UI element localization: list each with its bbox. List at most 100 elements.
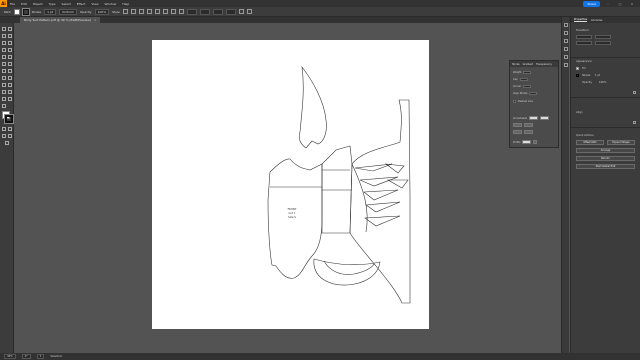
rectangle-tool-icon[interactable] [2,55,6,59]
menu-effect[interactable]: Effect [74,2,89,6]
fill-swatch-props[interactable] [576,67,579,70]
menu-file[interactable]: File [7,2,18,6]
recolor-icon[interactable] [130,9,136,14]
tab-libraries[interactable]: Libraries [591,19,602,22]
expand-shape-button[interactable]: Expand Shape [607,140,635,145]
menu-view[interactable]: View [88,2,101,6]
screen-mode-icon[interactable] [8,134,12,138]
flip-profile-icon[interactable] [533,140,538,144]
tab-gradient[interactable]: Gradient [523,63,533,66]
height-field[interactable] [225,8,236,15]
hand-tool-icon[interactable] [8,97,12,101]
edit-toolbar-icon[interactable] [5,141,9,145]
symbols-icon[interactable] [564,63,568,67]
layers-icon[interactable] [564,31,568,35]
menu-edit[interactable]: Edit [18,2,30,6]
align-left-icon[interactable] [138,9,144,14]
lasso-tool-icon[interactable] [8,34,12,38]
stroke-swatch[interactable] [21,7,30,16]
scale-start-field[interactable] [513,123,522,127]
menu-window[interactable]: Window [102,2,120,6]
more-options-icon[interactable] [633,91,636,94]
tab-properties[interactable]: Properties [574,18,588,22]
libraries-icon[interactable] [564,23,568,27]
width-tool-icon[interactable] [2,76,6,80]
align-more-icon[interactable] [633,121,636,124]
eraser-tool-icon[interactable] [8,62,12,66]
stroke-weight-field[interactable]: 1 pt [44,8,57,15]
artboard-tool-icon[interactable] [2,97,6,101]
menu-select[interactable]: Select [59,2,74,6]
eyedropper-tool-icon[interactable] [2,90,6,94]
arrange-button[interactable]: Arrange [576,148,635,153]
direct-selection-tool-icon[interactable] [8,27,12,31]
cap-options[interactable] [519,77,528,81]
free-transform-tool-icon[interactable] [8,76,12,80]
menu-object[interactable]: Object [30,2,46,6]
close-icon[interactable]: × [628,2,636,6]
y-field[interactable] [199,8,210,15]
align-top-icon[interactable] [162,9,168,14]
fill-swatch[interactable] [13,8,20,15]
scale-tool-icon[interactable] [8,69,12,73]
document-tab[interactable]: Body Suit Pattern.pdf @ 49 % (RGB/Previe… [20,17,101,23]
rotation-field[interactable]: 0° [21,354,31,359]
maximize-icon[interactable]: □ [616,2,624,6]
paintbrush-tool-icon[interactable] [8,55,12,59]
transform-w-field[interactable] [576,41,592,45]
pencil-tool-icon[interactable] [2,62,6,66]
start-global-edit-button[interactable]: Start Global Edit [576,164,635,169]
align-center-icon[interactable] [146,9,152,14]
transform-icon[interactable] [238,9,244,14]
curvature-tool-icon[interactable] [8,41,12,45]
opacity-value-props[interactable]: 100% [599,81,606,84]
rotate-tool-icon[interactable] [2,69,6,73]
blend-tool-icon[interactable] [8,90,12,94]
pen-tool-icon[interactable] [2,41,6,45]
scale-end-field[interactable] [524,123,533,127]
menu-type[interactable]: Type [46,2,59,6]
transform-y-field[interactable] [595,35,611,39]
gradient-mode-icon[interactable] [8,127,12,131]
align-arrow-options-2[interactable] [524,130,533,134]
zoom-field[interactable]: 49% [4,354,16,359]
width-field[interactable] [212,8,223,15]
brushes-icon[interactable] [564,55,568,59]
stroke-label[interactable]: Stroke [32,10,42,14]
arrowhead-end-dropdown[interactable] [540,116,550,120]
isolate-icon[interactable] [246,9,252,14]
corner-options[interactable] [523,84,532,88]
menu-help[interactable]: Help [119,2,132,6]
stroke-color-swatch[interactable] [4,114,14,124]
transform-h-field[interactable] [595,41,611,45]
artboard-navigator[interactable]: 1 [36,354,45,359]
align-middle-icon[interactable] [170,9,176,14]
x-field[interactable] [186,8,197,15]
line-tool-icon[interactable] [8,48,12,52]
dashed-line-checkbox[interactable] [513,99,516,103]
align-stroke-options[interactable] [529,91,538,95]
profile-dropdown[interactable] [522,140,532,144]
color-icon[interactable] [564,39,568,43]
align-bottom-icon[interactable] [178,9,184,14]
style-swatch[interactable] [122,9,128,14]
selection-tool-icon[interactable] [2,27,6,31]
opacity-label[interactable]: Opacity [80,10,92,14]
transform-x-field[interactable] [576,35,592,39]
arrowhead-start-dropdown[interactable] [529,116,539,120]
share-button[interactable]: Share [583,0,600,7]
weight-field[interactable] [523,70,532,74]
align-right-icon[interactable] [154,9,160,14]
align-arrow-options[interactable] [513,130,522,134]
opacity-field[interactable]: 100% [94,8,110,15]
type-tool-icon[interactable] [2,48,6,52]
tab-transparency[interactable]: Transparency [536,63,552,66]
stroke-value-props[interactable]: 1 pt [595,74,600,77]
gradient-tool-icon[interactable] [8,83,12,87]
draw-mode-icon[interactable] [2,134,6,138]
zoom-tool-icon[interactable] [2,104,6,108]
tab-stroke[interactable]: Stroke [512,63,520,66]
minimize-icon[interactable]: – [604,2,612,6]
artboard[interactable]: FRONT Cut 1 Size S [152,40,429,329]
close-tab-icon[interactable]: × [94,18,97,22]
